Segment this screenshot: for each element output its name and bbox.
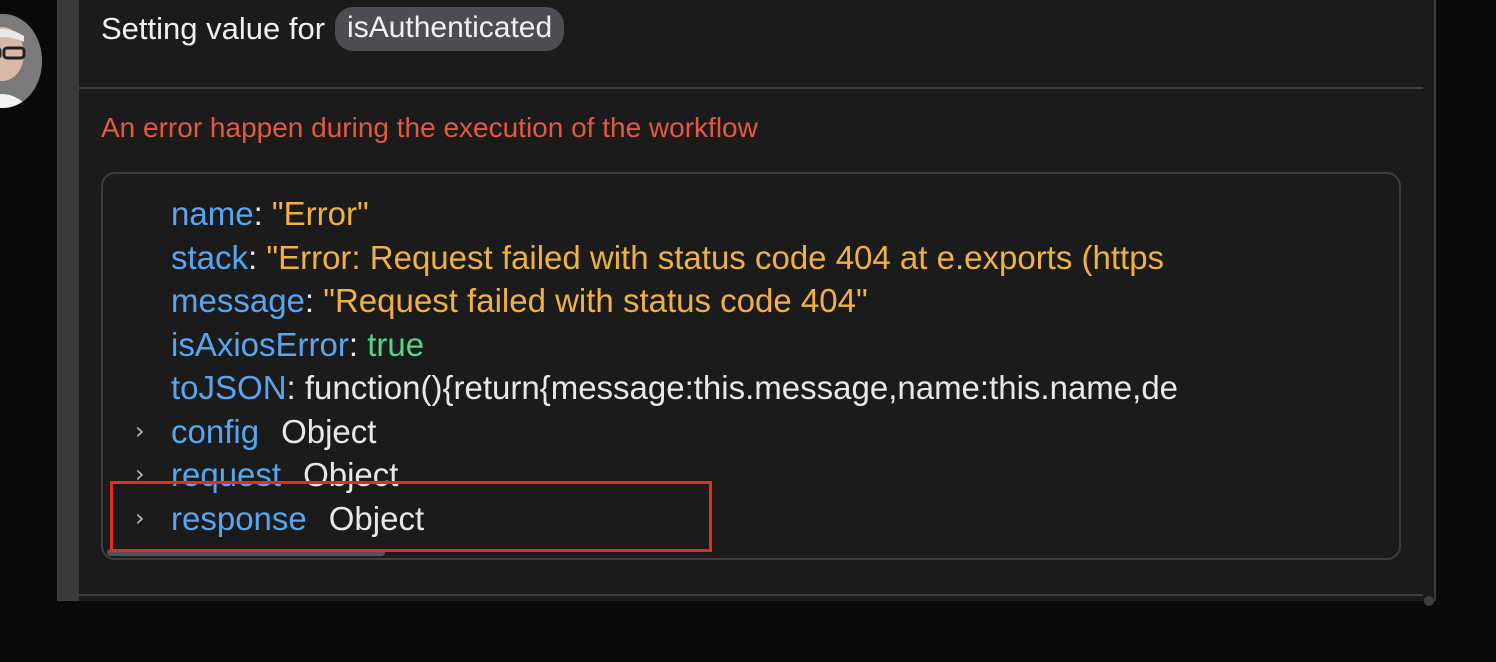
colon: : xyxy=(286,369,296,406)
prop-value: "Error: Request failed with status code … xyxy=(266,238,1165,276)
header-divider xyxy=(79,87,1423,89)
prop-value: "Request failed with status code 404" xyxy=(323,282,868,319)
left-rail xyxy=(57,0,79,601)
colon: : xyxy=(253,195,263,232)
resize-handle[interactable] xyxy=(1424,596,1434,606)
prop-key: stack xyxy=(171,238,249,276)
prop-message: message: "Request failed with status cod… xyxy=(103,279,1399,323)
prop-name: name: "Error" xyxy=(103,192,1399,236)
colon: : xyxy=(248,238,258,276)
prop-key: toJSON xyxy=(171,369,287,406)
user-avatar[interactable] xyxy=(0,14,42,108)
response-highlight-box xyxy=(110,481,712,552)
variable-chip[interactable]: isAuthenticated xyxy=(335,7,565,51)
prop-key: name xyxy=(171,195,254,232)
chevron-right-icon[interactable]: › xyxy=(135,410,145,453)
colon: : xyxy=(348,325,359,363)
prop-tojson: toJSON: function(){return{message:this.m… xyxy=(103,366,1399,410)
prop-type: Object xyxy=(281,412,377,450)
prop-stack: stack: "Error: Request failed with statu… xyxy=(103,236,1399,280)
panel-header: Setting value for isAuthenticated xyxy=(101,7,565,51)
prop-key: config xyxy=(171,412,260,450)
prop-value: "Error" xyxy=(271,195,369,232)
error-message: An error happen during the execution of … xyxy=(101,112,758,143)
footer-divider xyxy=(79,594,1423,596)
prop-isaxioserror: isAxiosError: true xyxy=(103,323,1399,367)
prop-value: true xyxy=(367,325,425,363)
colon: : xyxy=(304,282,315,319)
prop-key: message xyxy=(171,282,305,319)
header-label: Setting value for xyxy=(101,11,326,46)
prop-config[interactable]: › config Object xyxy=(103,410,1399,454)
prop-key: isAxiosError xyxy=(171,325,349,363)
prop-value: function(){return{message:this.message,n… xyxy=(304,369,1179,406)
